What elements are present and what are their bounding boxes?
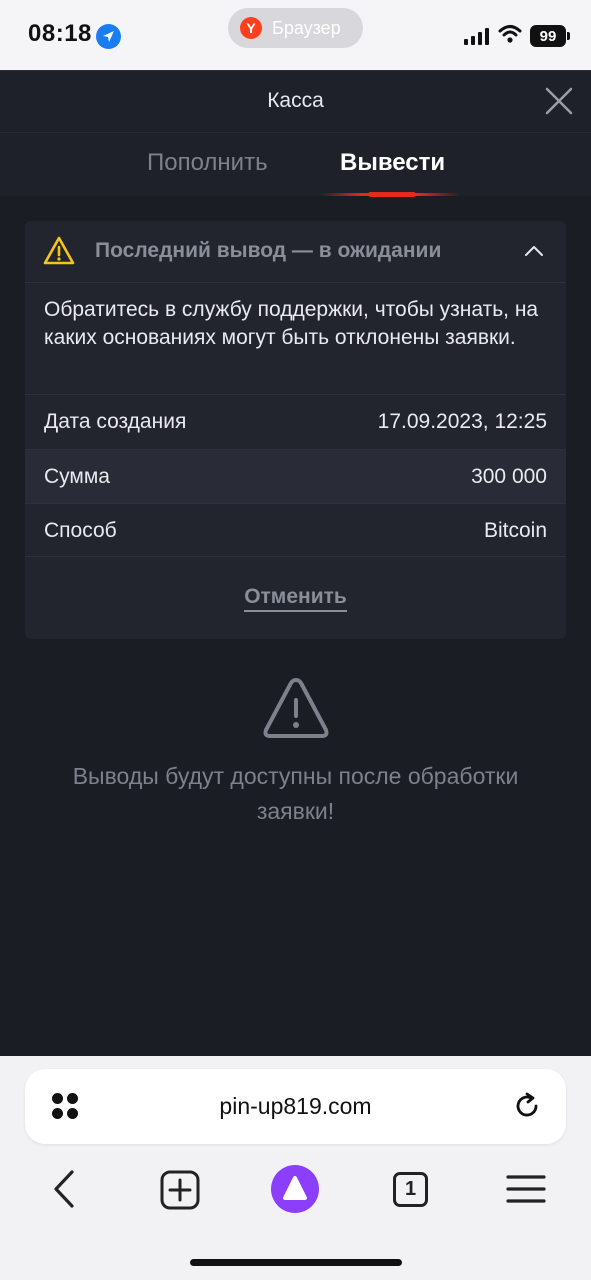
back-to-app-label: Браузер — [272, 17, 341, 38]
cashier-header: Касса — [0, 70, 591, 132]
detail-label: Сумма — [44, 465, 110, 488]
back-icon[interactable] — [48, 1166, 80, 1217]
status-time: 08:18 — [28, 20, 92, 47]
tab-deposit[interactable]: Пополнить — [147, 149, 268, 177]
pending-withdrawal-card: Последний вывод — в ожидании Обратитесь … — [25, 221, 566, 639]
pending-withdrawal-header[interactable]: Последний вывод — в ожидании — [25, 221, 566, 283]
yandex-logo-icon: Y — [240, 17, 262, 39]
detail-row-date: Дата создания 17.09.2023, 12:25 — [25, 394, 566, 448]
wifi-icon — [498, 24, 522, 49]
detail-row-amount: Сумма 300 000 — [25, 449, 566, 503]
battery-icon: 99 — [530, 25, 570, 47]
detail-label: Дата создания — [44, 410, 187, 433]
address-bar[interactable]: pin-up819.com — [25, 1069, 566, 1144]
page-title: Касса — [267, 89, 324, 112]
tabs-counter-icon[interactable]: 1 — [393, 1172, 428, 1207]
pending-withdrawal-title: Последний вывод — в ожидании — [95, 239, 442, 262]
reload-icon[interactable] — [512, 1091, 542, 1126]
url-text[interactable]: pin-up819.com — [25, 1093, 566, 1120]
detail-value: 300 000 — [471, 465, 547, 488]
back-to-app-pill[interactable]: Y Браузер — [228, 8, 363, 48]
cellular-signal-icon — [464, 28, 489, 45]
cancel-withdrawal-container: Отменить — [25, 585, 566, 612]
tab-withdraw[interactable]: Вывести — [340, 149, 445, 177]
location-arrow-icon — [96, 24, 121, 49]
detail-label: Способ — [44, 519, 117, 542]
cashier-tabs: Пополнить Вывести — [0, 132, 591, 197]
support-message: Обратитесь в службу поддержки, чтобы узн… — [44, 298, 539, 349]
detail-value: 17.09.2023, 12:25 — [377, 410, 547, 433]
alice-assistant-icon[interactable] — [270, 1164, 320, 1219]
close-icon[interactable] — [543, 85, 575, 117]
warning-icon — [43, 235, 75, 272]
detail-row-method: Способ Bitcoin — [25, 503, 566, 557]
cancel-withdrawal-link[interactable]: Отменить — [244, 585, 347, 612]
menu-icon[interactable] — [506, 1172, 546, 1211]
warning-large-icon — [262, 674, 330, 747]
detail-value: Bitcoin — [483, 519, 547, 542]
browser-bottom-bar: pin-up819.com 1 — [0, 1056, 591, 1280]
chevron-up-icon[interactable] — [524, 241, 544, 266]
home-indicator — [190, 1259, 402, 1266]
active-tab-indicator-center — [368, 192, 416, 197]
withdrawals-unavailable-notice: Выводы будут доступны после обработки за… — [72, 763, 519, 824]
new-tab-icon[interactable] — [160, 1170, 200, 1215]
status-bar: 08:18 Y Браузер 99 — [0, 0, 591, 70]
